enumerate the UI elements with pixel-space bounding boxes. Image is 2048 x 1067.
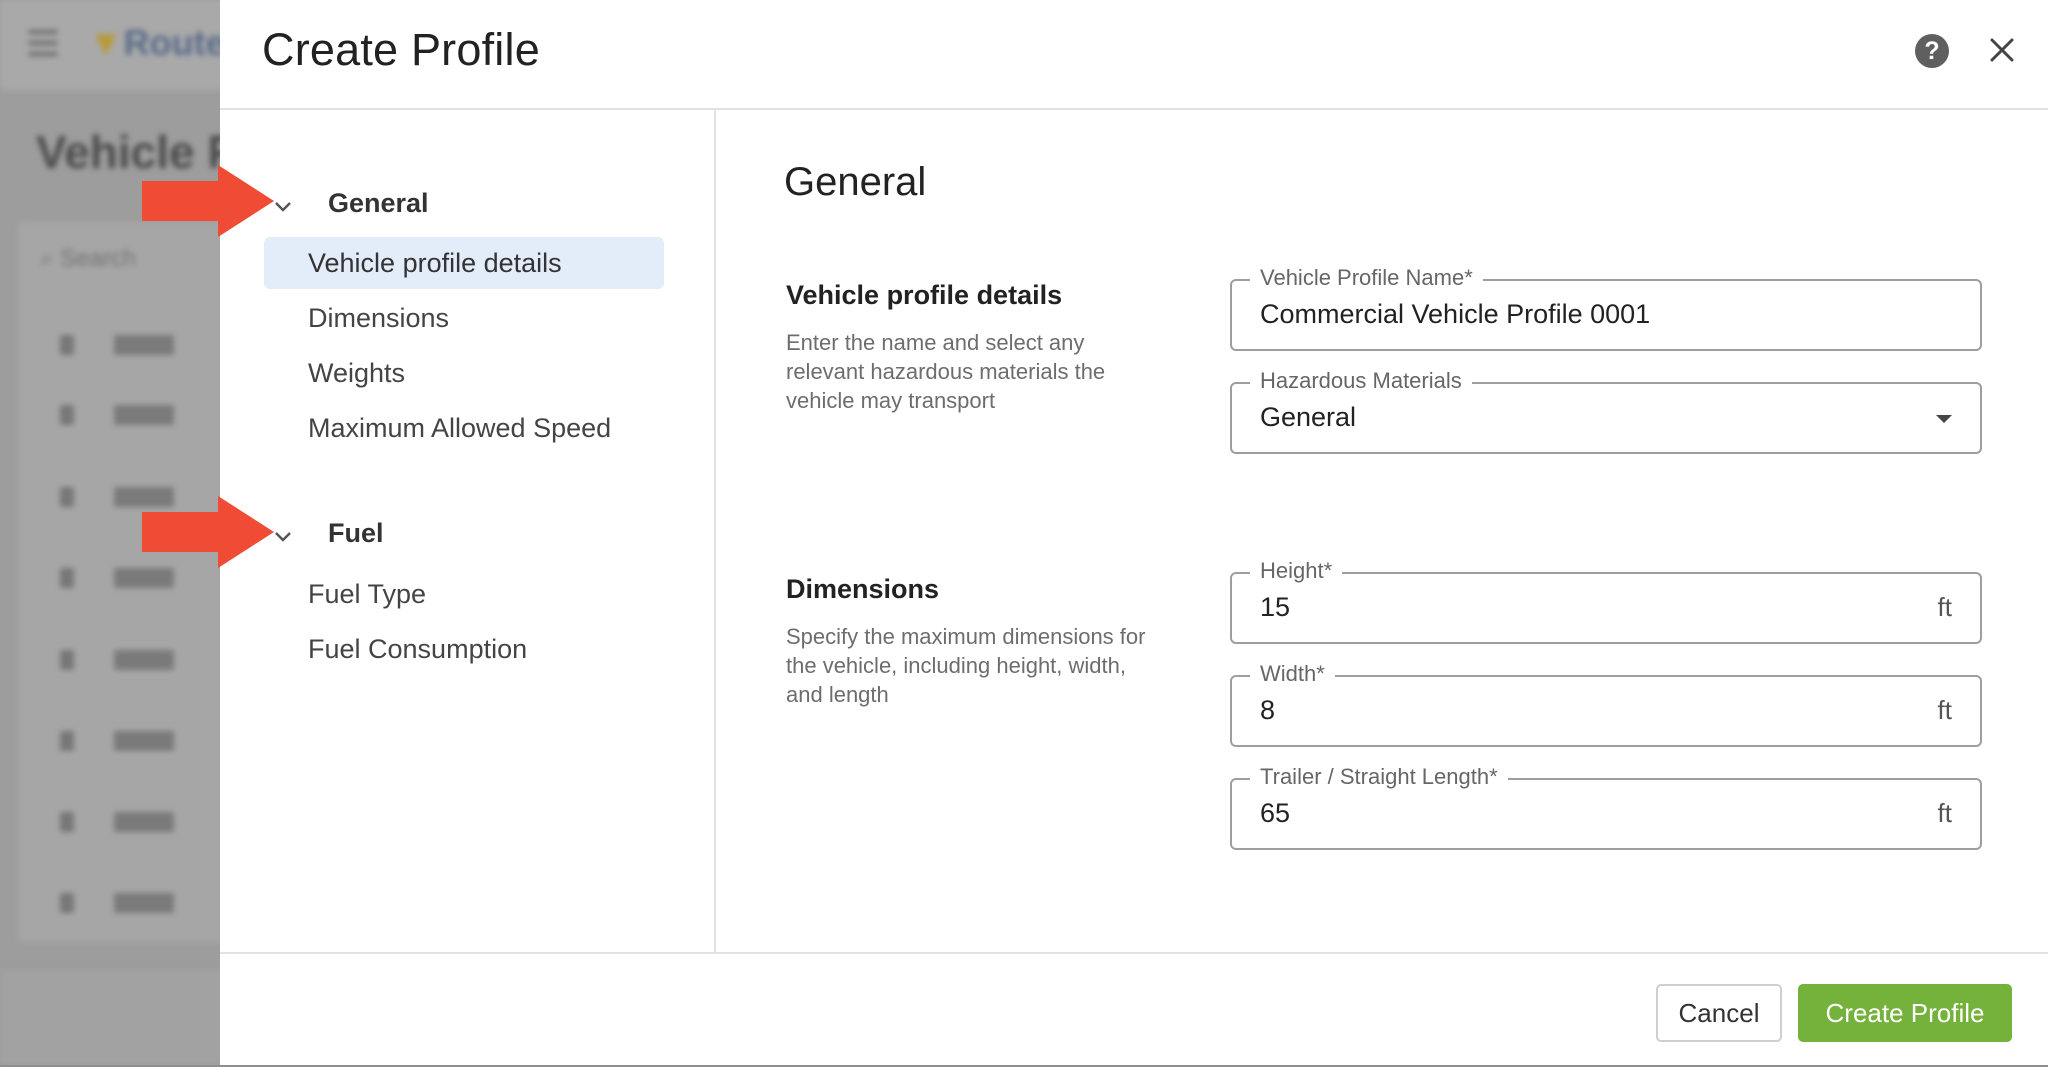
field-value[interactable]: Commercial Vehicle Profile 0001 <box>1260 299 1650 330</box>
annotation-arrow-icon <box>142 496 274 568</box>
field-label: Trailer / Straight Length* <box>1250 764 1508 790</box>
dialog-title: Create Profile <box>262 24 540 75</box>
field-value[interactable]: 65 <box>1260 798 1290 829</box>
nav-item-weights[interactable]: Weights <box>264 347 664 399</box>
trailer-length-field[interactable]: Trailer / Straight Length* 65 ft <box>1230 764 1982 850</box>
field-value[interactable]: 15 <box>1260 592 1290 623</box>
nav-group-label: Fuel <box>328 518 384 548</box>
vehicle-profile-name-field[interactable]: Vehicle Profile Name* Commercial Vehicle… <box>1230 265 1982 351</box>
field-value[interactable]: 8 <box>1260 695 1275 726</box>
field-label: Hazardous Materials <box>1250 368 1472 394</box>
create-profile-button[interactable]: Create Profile <box>1798 984 2012 1042</box>
dialog-footer: Cancel Create Profile <box>220 952 2048 1067</box>
cancel-button[interactable]: Cancel <box>1656 984 1782 1042</box>
field-label: Width* <box>1250 661 1335 687</box>
dimensions-description: Specify the maximum dimensions for the v… <box>786 624 1146 707</box>
nav-group-label: General <box>328 188 429 218</box>
profile-nav: General Vehicle profile details Dimensio… <box>220 110 716 952</box>
dropdown-caret-icon[interactable] <box>1936 415 1952 423</box>
dialog-header: Create Profile ? <box>220 0 2048 110</box>
dimensions-title: Dimensions <box>786 574 940 604</box>
field-value[interactable]: General <box>1260 402 1356 433</box>
background-search: ⌕ Search <box>40 245 137 272</box>
vehicle-details-description: Enter the name and select any relevant h… <box>786 330 1106 413</box>
field-label: Height* <box>1250 558 1343 584</box>
hazardous-materials-select[interactable]: Hazardous Materials General <box>1230 368 1982 454</box>
nav-item-maximum-allowed-speed[interactable]: Maximum Allowed Speed <box>264 402 664 454</box>
annotation-arrow-icon <box>142 165 274 237</box>
nav-item-fuel-type[interactable]: Fuel Type <box>264 568 664 620</box>
vehicle-details-title: Vehicle profile details <box>786 280 1063 310</box>
profile-form: General Vehicle profile details Enter th… <box>716 110 2048 952</box>
unit-label: ft <box>1937 695 1952 725</box>
unit-label: ft <box>1937 798 1952 828</box>
menu-icon <box>28 30 58 58</box>
unit-label: ft <box>1937 592 1952 622</box>
nav-item-dimensions[interactable]: Dimensions <box>264 292 664 344</box>
field-label: Vehicle Profile Name* <box>1250 265 1483 291</box>
background-logo: ▼Route <box>88 22 226 63</box>
close-icon[interactable] <box>1982 30 2022 70</box>
width-field[interactable]: Width* 8 ft <box>1230 661 1982 747</box>
nav-item-fuel-consumption[interactable]: Fuel Consumption <box>264 623 664 675</box>
section-title: General <box>784 160 927 204</box>
nav-item-vehicle-profile-details[interactable]: Vehicle profile details <box>264 237 664 289</box>
height-field[interactable]: Height* 15 ft <box>1230 558 1982 644</box>
help-icon[interactable]: ? <box>1915 34 1949 68</box>
create-profile-dialog: Create Profile ? General Vehicle profile… <box>220 0 2048 1065</box>
